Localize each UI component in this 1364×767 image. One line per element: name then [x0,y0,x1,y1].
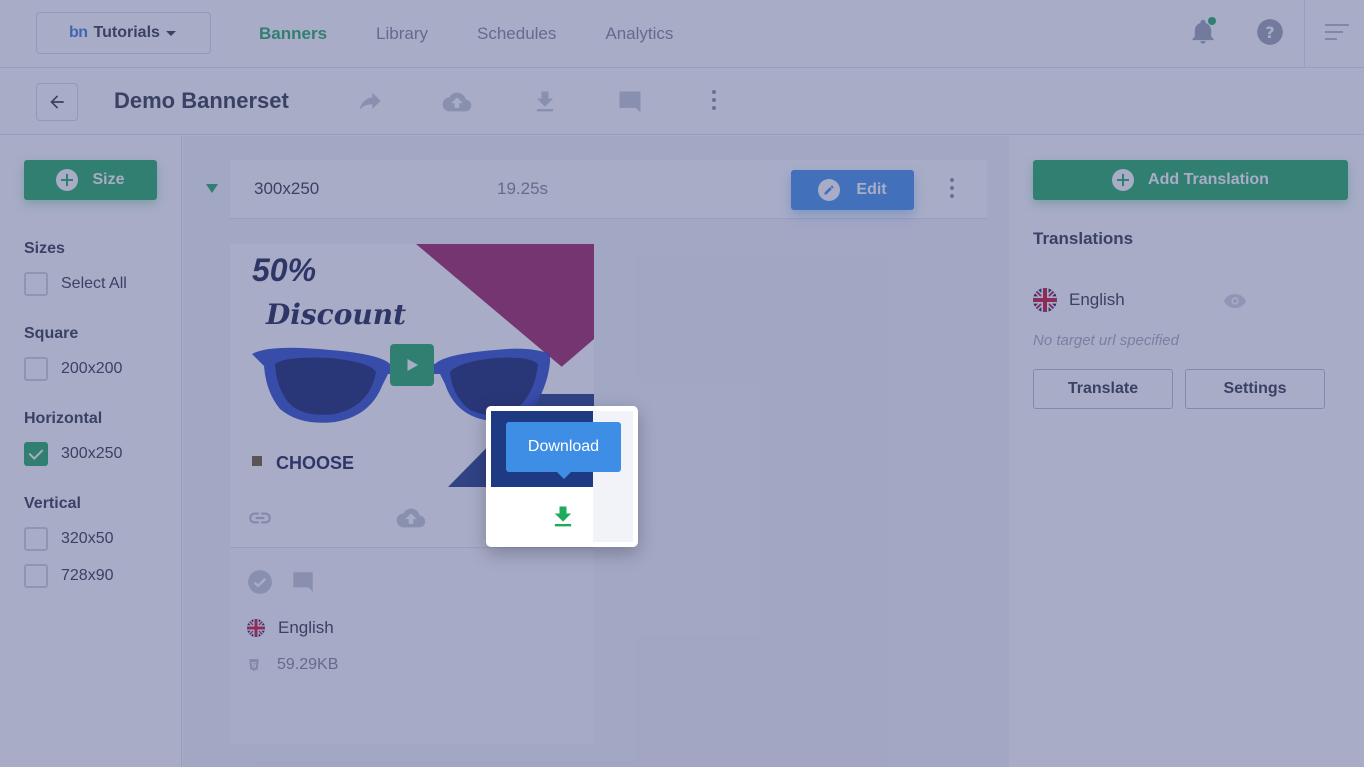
translation-language: English [1033,288,1125,312]
settings-button[interactable]: Settings [1185,369,1325,409]
nav-schedules[interactable]: Schedules [477,24,556,44]
nav-library[interactable]: Library [376,24,428,44]
translation-language-label: English [1069,290,1125,309]
uk-flag-icon [247,619,265,637]
top-bar: bn Tutorials Banners Library Schedules A… [0,0,1364,68]
row-more-options-icon[interactable] [949,178,955,202]
workspace-selector[interactable]: bn Tutorials [36,12,211,54]
checkbox-label: 200x200 [61,360,123,377]
size-dimension: 300x250 [254,179,320,198]
file-size-label: 59.29KB [277,656,339,673]
checkbox-icon[interactable] [24,357,48,381]
edit-button[interactable]: Edit [791,170,914,210]
approve-check-icon[interactable] [247,569,273,600]
main-nav: Banners Library Schedules Analytics [259,0,722,68]
add-translation-label: Add Translation [1148,171,1269,188]
card-comment-icon[interactable] [289,569,317,600]
nav-banners[interactable]: Banners [259,24,327,44]
cloud-upload-icon[interactable] [442,88,472,116]
bannerset-toolbar: Demo Bannerset [0,68,1364,135]
sizes-sidebar: Size Sizes Select All Square 200x200 Hor… [0,136,182,767]
workspace-name: Tutorials [93,24,160,41]
checkbox-icon[interactable] [24,564,48,588]
card-language-label: English [278,618,334,637]
svg-text:?: ? [1265,23,1274,42]
plus-icon [56,169,79,191]
vertical-heading: Vertical [24,495,81,512]
horizontal-heading: Horizontal [24,410,103,427]
sizes-heading: Sizes [24,240,65,257]
topbar-divider [1304,0,1305,68]
help-icon[interactable]: ? [1256,18,1284,46]
size-checkbox-728x90[interactable]: 728x90 [24,564,114,588]
translations-heading: Translations [1033,229,1134,248]
size-row-300x250: 300x250 19.25s Edit [206,160,987,219]
add-size-label: Size [92,171,125,188]
link-icon[interactable] [247,505,273,536]
banner-cta: CHOOSE [276,453,355,473]
download-tooltip: Download [506,422,621,472]
checkbox-checked-icon[interactable] [24,442,48,466]
play-icon [407,359,418,371]
pencil-icon [818,179,841,201]
checkbox-icon[interactable] [24,272,48,296]
select-all-checkbox[interactable]: Select All [24,272,127,296]
html5-icon [249,659,259,671]
card-cloud-upload-icon[interactable] [396,504,426,537]
checkbox-label: 300x250 [61,445,123,462]
checkbox-icon[interactable] [24,527,48,551]
play-button[interactable] [390,344,434,386]
card-language: English [247,618,334,638]
add-size-button[interactable]: Size [24,160,157,200]
card-info: English 59.29KB [230,548,594,744]
download-icon[interactable] [531,88,559,116]
translations-panel: Add Translation Translations English No … [1009,136,1364,767]
eye-icon[interactable] [1223,293,1247,314]
checkbox-label: 320x50 [61,530,114,547]
square-heading: Square [24,325,79,342]
size-checkbox-300x250[interactable]: 300x250 [24,442,122,466]
plus-icon [1112,169,1135,191]
uk-flag-icon [1033,288,1057,312]
menu-icon[interactable] [1323,18,1351,46]
back-button[interactable] [36,83,78,121]
checkbox-label: Select All [61,275,127,292]
no-target-url-text: No target url specified [1033,332,1179,349]
size-duration: 19.25s [497,179,549,198]
size-checkbox-200x200[interactable]: 200x200 [24,357,122,381]
checkbox-label: 728x90 [61,567,114,584]
page-title: Demo Bannerset [114,88,289,113]
brand-logo: bn [69,24,88,41]
add-translation-button[interactable]: Add Translation [1033,160,1348,200]
notifications-bell-icon[interactable] [1189,17,1217,46]
comment-icon[interactable] [616,88,644,116]
banner-headline: 50% [252,252,317,288]
share-icon[interactable] [356,88,384,116]
more-options-icon[interactable] [711,90,717,114]
edit-label: Edit [856,181,887,198]
card-download-icon[interactable] [549,503,577,536]
notification-dot [1208,17,1216,25]
translate-button[interactable]: Translate [1033,369,1173,409]
collapse-triangle-icon[interactable] [206,184,218,193]
caret-down-icon [165,30,176,36]
file-size: 59.29KB [247,656,338,674]
nav-analytics[interactable]: Analytics [605,24,673,44]
size-checkbox-320x50[interactable]: 320x50 [24,527,114,551]
banner-subhead: Discount [266,298,407,331]
arrow-left-icon [50,95,64,109]
